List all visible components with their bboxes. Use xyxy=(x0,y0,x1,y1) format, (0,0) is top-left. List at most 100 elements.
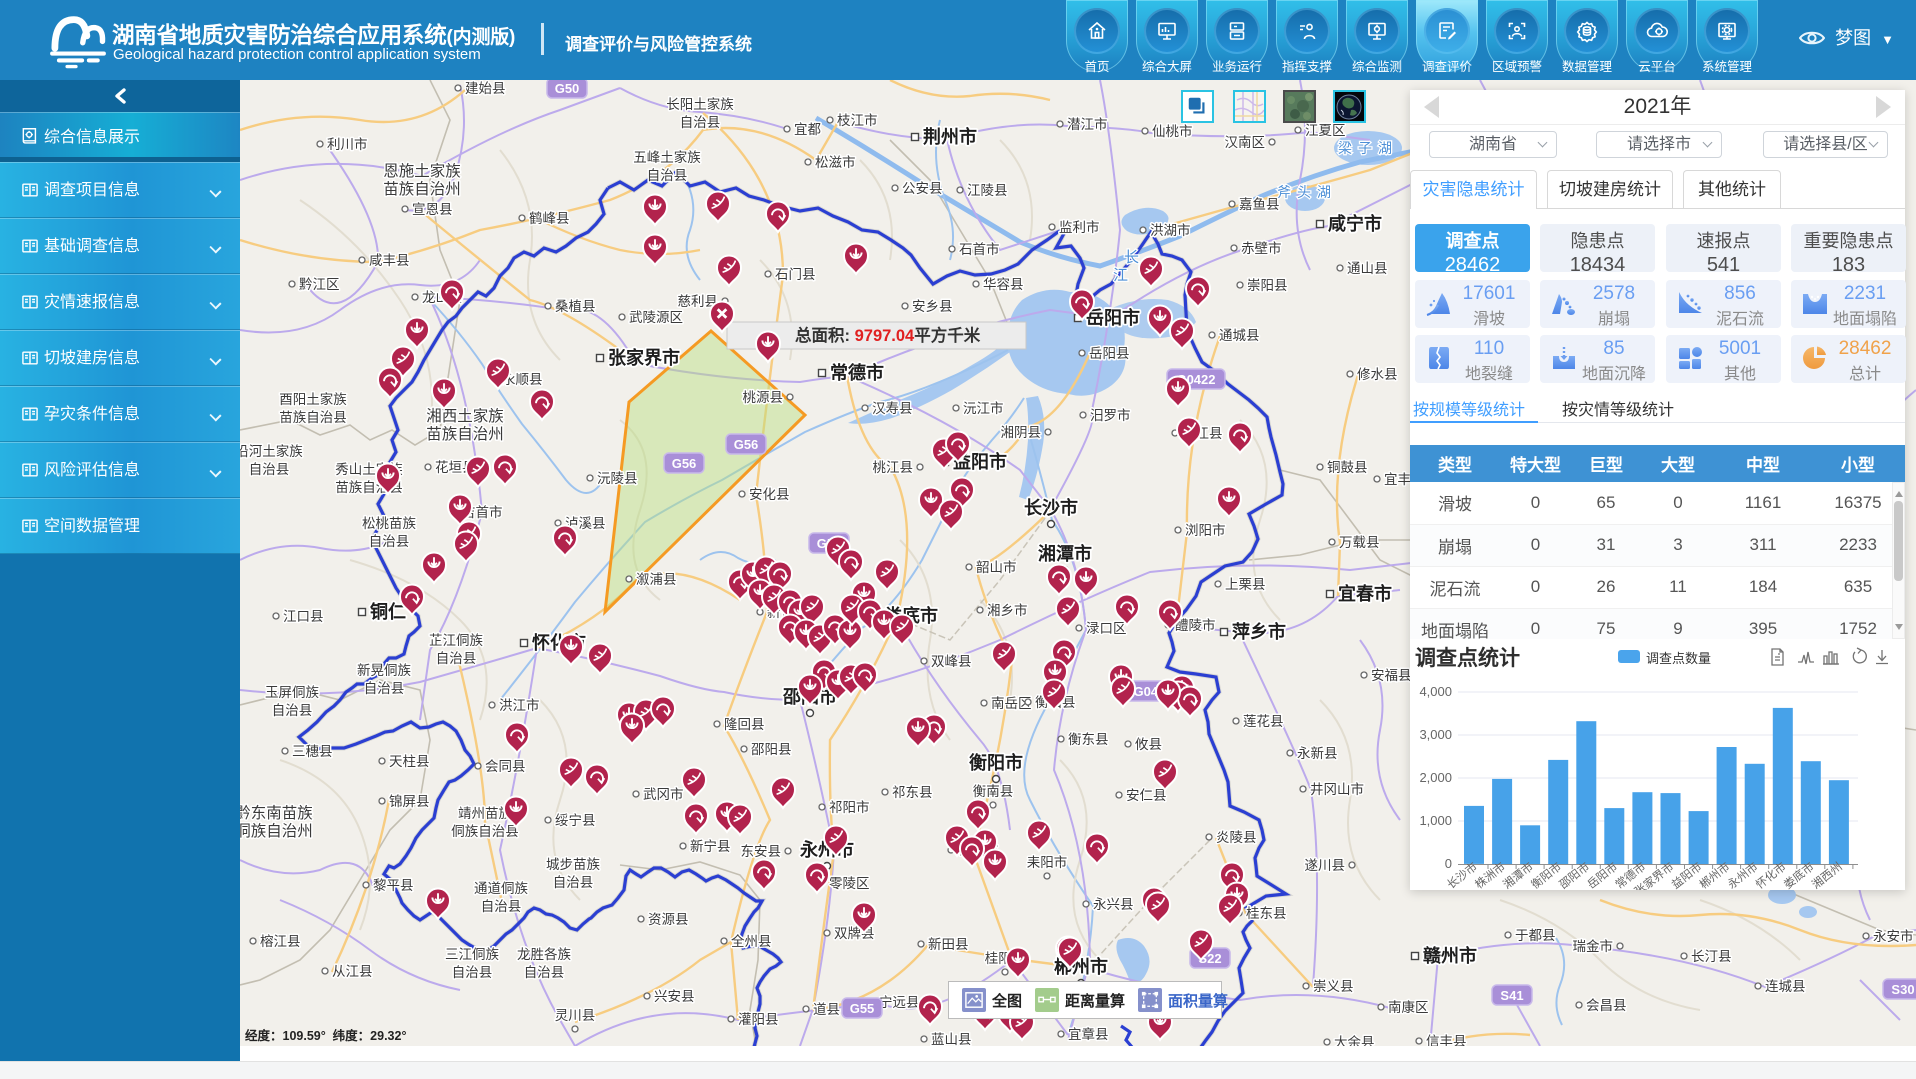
svg-text:祁东县: 祁东县 xyxy=(892,785,933,800)
svg-text:邵阳县: 邵阳县 xyxy=(751,742,792,757)
svg-text:自治县: 自治县 xyxy=(272,703,313,718)
svg-text:江夏区: 江夏区 xyxy=(1305,123,1346,138)
svg-text:绥宁县: 绥宁县 xyxy=(555,812,596,828)
svg-text:华容县: 华容县 xyxy=(983,276,1024,292)
svg-text:天柱县: 天柱县 xyxy=(389,754,430,769)
svg-text:赤壁市: 赤壁市 xyxy=(1241,240,1282,256)
svg-text:玉屏侗族: 玉屏侗族 xyxy=(265,685,319,700)
svg-text:韶山市: 韶山市 xyxy=(976,559,1017,575)
svg-text:斧头湖: 斧头湖 xyxy=(1277,184,1337,200)
svg-text:侗族自治县: 侗族自治县 xyxy=(451,824,519,839)
svg-text:S30: S30 xyxy=(1891,982,1914,997)
svg-text:安化县: 安化县 xyxy=(749,487,790,502)
svg-text:石门县: 石门县 xyxy=(775,267,816,282)
svg-text:安仁县: 安仁县 xyxy=(1126,788,1167,803)
svg-text:通城县: 通城县 xyxy=(1219,328,1260,343)
svg-text:宣恩县: 宣恩县 xyxy=(412,202,453,217)
svg-text:衡南县: 衡南县 xyxy=(973,784,1014,799)
svg-text:安乡县: 安乡县 xyxy=(912,299,953,314)
svg-text:长沙市: 长沙市 xyxy=(1024,497,1078,518)
svg-text:铜鼓县: 铜鼓县 xyxy=(1327,460,1368,475)
svg-text:会昌县: 会昌县 xyxy=(1586,998,1627,1013)
svg-text:兴安县: 兴安县 xyxy=(654,989,695,1004)
svg-text:岳阳县: 岳阳县 xyxy=(1089,346,1130,361)
svg-text:江: 江 xyxy=(1113,267,1128,284)
svg-text:永兴县: 永兴县 xyxy=(1093,897,1134,912)
svg-text:黔江区: 黔江区 xyxy=(299,277,340,292)
svg-text:2,000: 2,000 xyxy=(1419,770,1452,785)
svg-text:G56: G56 xyxy=(672,456,697,471)
svg-text:溆浦县: 溆浦县 xyxy=(636,572,677,587)
svg-text:长阳土家族: 长阳土家族 xyxy=(666,96,734,112)
svg-text:恩施土家族: 恩施土家族 xyxy=(383,162,461,180)
svg-text:鹤峰县: 鹤峰县 xyxy=(529,211,570,226)
svg-text:4,000: 4,000 xyxy=(1419,684,1452,699)
svg-text:醴陵市: 醴陵市 xyxy=(1175,617,1216,633)
svg-text:G55: G55 xyxy=(850,1001,875,1016)
svg-text:零陵区: 零陵区 xyxy=(829,876,870,891)
svg-text:井冈山市: 井冈山市 xyxy=(1310,781,1364,797)
svg-text:监利市: 监利市 xyxy=(1059,219,1100,235)
svg-text:赣州市: 赣州市 xyxy=(1423,945,1477,966)
svg-text:宁远县: 宁远县 xyxy=(879,994,920,1010)
svg-text:武陵源区: 武陵源区 xyxy=(629,310,683,325)
svg-text:武冈市: 武冈市 xyxy=(643,786,684,802)
svg-text:萍乡市: 萍乡市 xyxy=(1232,621,1286,642)
svg-text:南康区: 南康区 xyxy=(1388,999,1429,1015)
svg-text:梁子湖: 梁子湖 xyxy=(1338,140,1398,156)
svg-text:宜春市: 宜春市 xyxy=(1338,583,1392,604)
svg-text:3,000: 3,000 xyxy=(1419,727,1452,742)
svg-text:仙桃市: 仙桃市 xyxy=(1152,123,1193,139)
svg-text:自治县: 自治县 xyxy=(452,965,493,980)
svg-text:洪江市: 洪江市 xyxy=(499,697,540,713)
svg-text:自治县: 自治县 xyxy=(364,681,405,696)
svg-text:衡东县: 衡东县 xyxy=(1068,732,1109,747)
svg-text:耒阳市: 耒阳市 xyxy=(1027,854,1068,870)
svg-text:信丰县: 信丰县 xyxy=(1426,1034,1467,1046)
svg-text:新晃侗族: 新晃侗族 xyxy=(357,663,411,678)
svg-text:石首市: 石首市 xyxy=(959,241,1000,257)
svg-text:苗族自治县: 苗族自治县 xyxy=(279,410,347,425)
svg-text:大余县: 大余县 xyxy=(1334,1034,1375,1046)
svg-text:沿河土家族: 沿河土家族 xyxy=(240,443,303,459)
svg-text:自治县: 自治县 xyxy=(647,168,688,183)
svg-text:咸丰县: 咸丰县 xyxy=(369,253,410,268)
svg-text:汨罗市: 汨罗市 xyxy=(1090,407,1131,423)
svg-text:双峰县: 双峰县 xyxy=(931,654,972,669)
svg-text:洪湖市: 洪湖市 xyxy=(1150,222,1191,238)
svg-text:张家界市: 张家界市 xyxy=(608,347,680,368)
svg-text:沅江市: 沅江市 xyxy=(963,400,1004,416)
svg-text:渌口区: 渌口区 xyxy=(1086,621,1127,636)
svg-text:松滋市: 松滋市 xyxy=(815,154,856,170)
svg-text:三穗县: 三穗县 xyxy=(292,744,333,759)
svg-text:修水县: 修水县 xyxy=(1357,367,1398,382)
svg-text:万载县: 万载县 xyxy=(1339,535,1380,550)
svg-text:通道侗族: 通道侗族 xyxy=(474,881,528,896)
svg-text:自治县: 自治县 xyxy=(436,651,477,666)
svg-text:自治县: 自治县 xyxy=(249,462,290,477)
svg-text:自治县: 自治县 xyxy=(369,534,410,549)
svg-text:沅陵县: 沅陵县 xyxy=(597,471,638,486)
svg-text:道县: 道县 xyxy=(813,1002,840,1017)
svg-text:五峰土家族: 五峰土家族 xyxy=(633,149,701,165)
svg-text:于都县: 于都县 xyxy=(1515,928,1556,943)
svg-text:隆回县: 隆回县 xyxy=(724,717,765,732)
svg-text:湘西土家族: 湘西土家族 xyxy=(426,407,504,425)
svg-text:G50: G50 xyxy=(555,81,580,96)
svg-text:江口县: 江口县 xyxy=(283,609,324,624)
svg-text:建始县: 建始县 xyxy=(465,81,506,96)
svg-text:城步苗族: 城步苗族 xyxy=(546,857,600,872)
svg-text:从江县: 从江县 xyxy=(332,964,373,979)
svg-text:锦屏县: 锦屏县 xyxy=(389,794,430,809)
svg-text:新宁县: 新宁县 xyxy=(690,838,731,854)
svg-text:苗族自治州: 苗族自治州 xyxy=(383,180,461,198)
svg-text:酉阳土家族: 酉阳土家族 xyxy=(279,391,347,407)
svg-text:榕江县: 榕江县 xyxy=(260,934,301,949)
svg-text:常德市: 常德市 xyxy=(830,362,884,383)
svg-text:岳阳市: 岳阳市 xyxy=(1086,307,1140,328)
svg-text:连城县: 连城县 xyxy=(1765,979,1806,994)
svg-text:东安县: 东安县 xyxy=(741,844,782,859)
svg-text:莲花县: 莲花县 xyxy=(1243,714,1284,729)
svg-text:瑞金市: 瑞金市 xyxy=(1573,938,1614,954)
svg-text:长汀县: 长汀县 xyxy=(1691,949,1732,964)
